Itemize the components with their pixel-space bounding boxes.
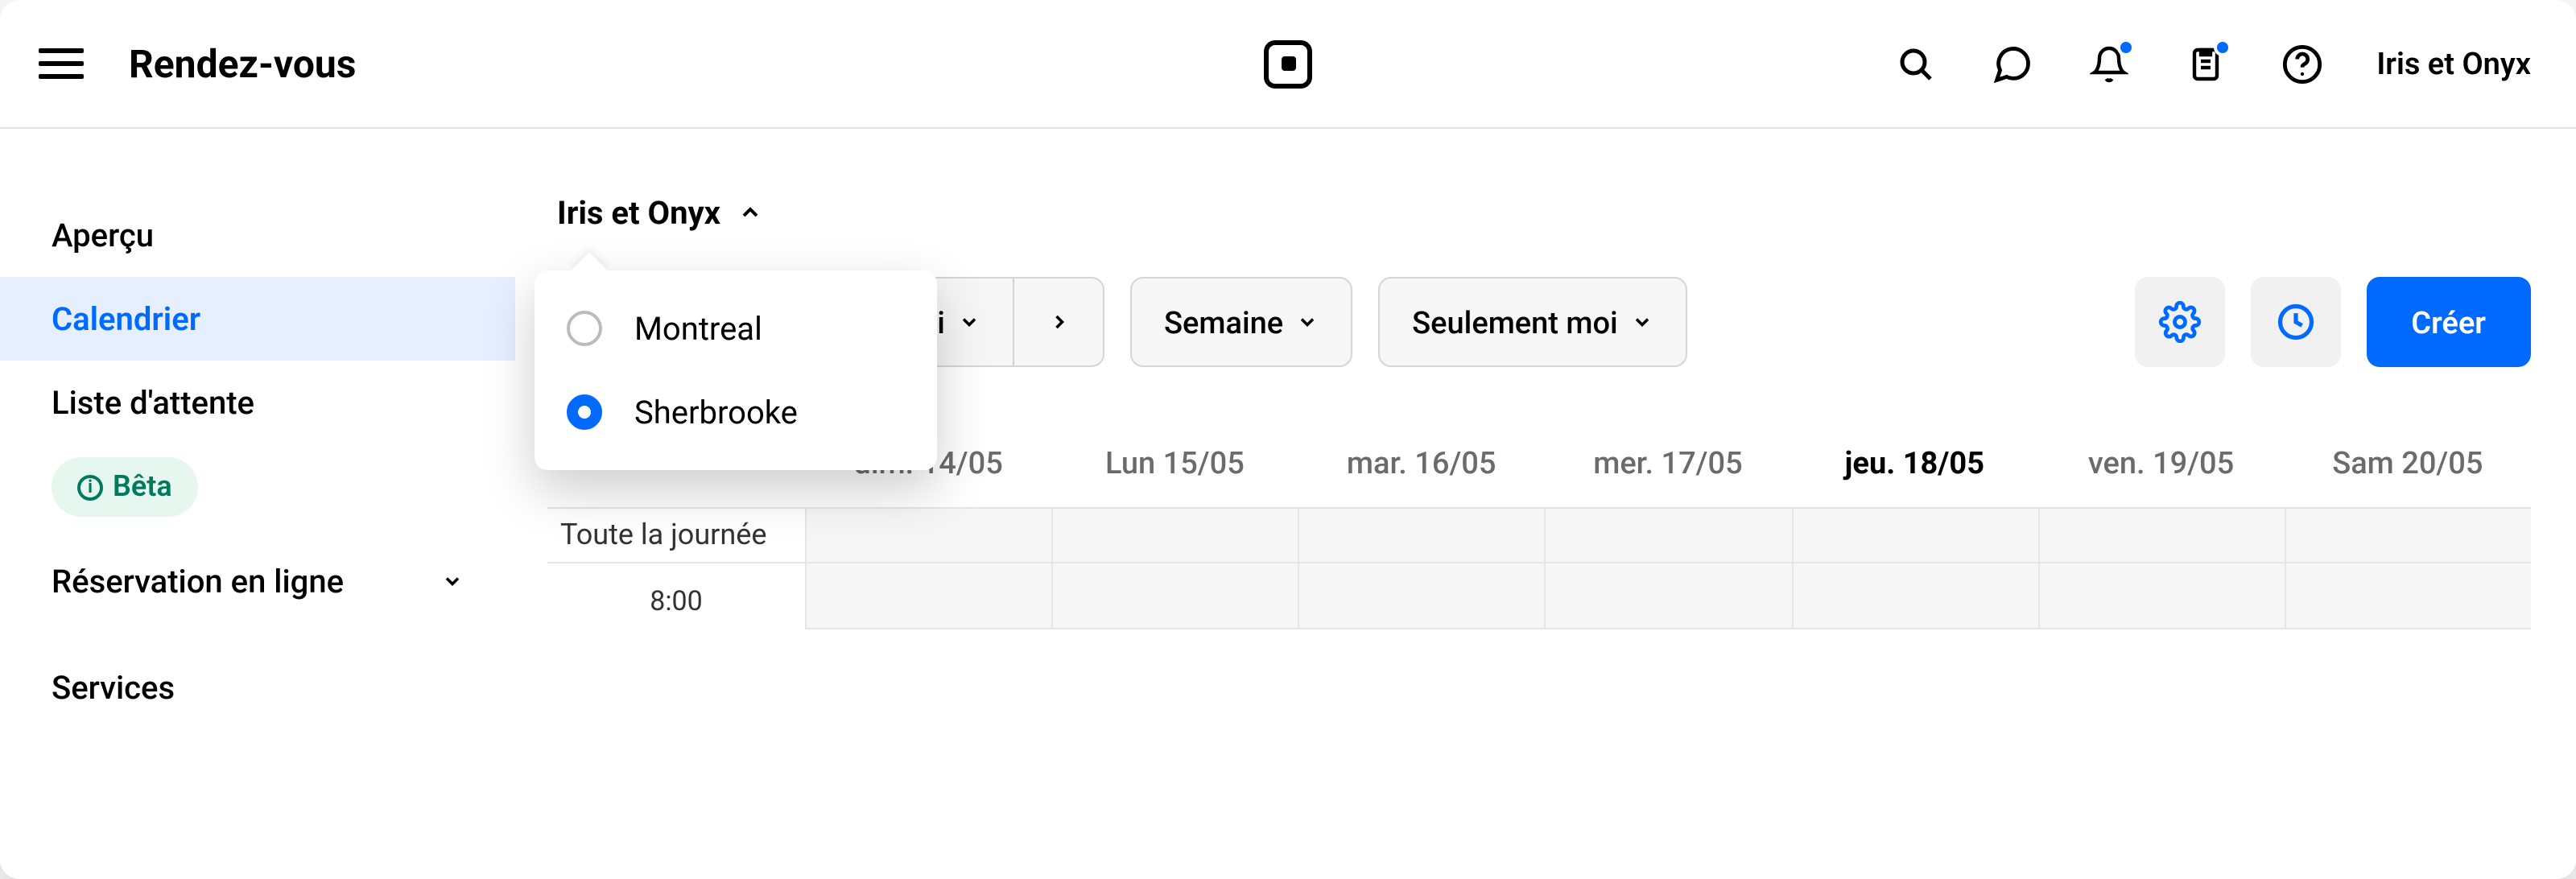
allday-row: Toute la journée <box>547 507 2531 563</box>
staff-label: Seulement moi <box>1412 303 1618 340</box>
header-actions: Iris et Onyx <box>1893 41 2531 86</box>
time-cell[interactable] <box>2037 563 2284 628</box>
chevron-right-icon <box>1047 311 1070 333</box>
sidebar: Aperçu Calendrier Liste d'attente i Bêta… <box>0 129 515 879</box>
view-label: Semaine <box>1164 303 1283 340</box>
sidebar-item-online-booking[interactable]: Réservation en ligne <box>0 539 515 623</box>
clock-icon <box>2274 301 2316 343</box>
radio-icon <box>567 394 602 430</box>
allday-label: Toute la journée <box>547 509 805 562</box>
clipboard-icon[interactable] <box>2183 41 2228 86</box>
chevron-down-icon <box>441 570 464 592</box>
sidebar-item-overview[interactable]: Aperçu <box>0 193 515 277</box>
account-name[interactable]: Iris et Onyx <box>2376 45 2531 82</box>
gear-icon <box>2158 301 2200 343</box>
create-label: Créer <box>2411 303 2486 340</box>
day-header[interactable]: Sam 20/05 <box>2285 431 2531 494</box>
chevron-down-icon <box>1631 311 1653 333</box>
search-icon[interactable] <box>1893 41 1938 86</box>
location-dropdown: Montreal Sherbrooke <box>535 270 937 470</box>
time-cell[interactable] <box>1298 563 1545 628</box>
radio-icon <box>567 311 602 346</box>
location-selector[interactable]: Iris et Onyx <box>557 193 762 232</box>
help-icon[interactable] <box>2280 41 2325 86</box>
time-cell[interactable] <box>1791 563 2037 628</box>
settings-button[interactable] <box>2134 277 2224 367</box>
time-row: 8:00 <box>547 563 2531 629</box>
top-header: Rendez-vous Iris et Onyx <box>0 0 2576 129</box>
time-cell[interactable] <box>805 563 1051 628</box>
day-header[interactable]: mer. 17/05 <box>1545 431 1791 494</box>
sidebar-item-calendar[interactable]: Calendrier <box>0 277 515 361</box>
next-button[interactable] <box>1014 277 1104 367</box>
day-header[interactable]: jeu. 18/05 <box>1791 431 2037 494</box>
beta-label: Bêta <box>113 470 172 504</box>
time-cell[interactable] <box>1051 563 1298 628</box>
allday-cell[interactable] <box>2285 509 2531 562</box>
create-button[interactable]: Créer <box>2366 277 2531 367</box>
chevron-down-icon <box>958 311 980 333</box>
day-header[interactable]: ven. 19/05 <box>2037 431 2284 494</box>
time-label: 8:00 <box>547 563 805 629</box>
day-header[interactable]: mar. 16/05 <box>1298 431 1545 494</box>
square-logo[interactable] <box>1264 39 1312 88</box>
staff-picker-button[interactable]: Seulement moi <box>1378 277 1687 367</box>
location-option-label: Montreal <box>634 309 762 348</box>
calendar-days-header: dim. 14/05 Lun 15/05 mar. 16/05 mer. 17/… <box>805 431 2531 494</box>
allday-cell[interactable] <box>1051 509 1298 562</box>
beta-badge: i Bêta <box>52 457 198 517</box>
allday-cell[interactable] <box>805 509 1051 562</box>
sidebar-item-label: Réservation en ligne <box>52 562 344 600</box>
menu-icon[interactable] <box>39 38 90 89</box>
allday-cell[interactable] <box>1791 509 2037 562</box>
location-option-label: Sherbrooke <box>634 393 798 431</box>
allday-cell[interactable] <box>2037 509 2284 562</box>
allday-cell[interactable] <box>1545 509 1791 562</box>
app-title: Rendez-vous <box>129 41 356 86</box>
time-cell[interactable] <box>2285 563 2531 628</box>
chat-icon[interactable] <box>1990 41 2035 86</box>
location-option-sherbrooke[interactable]: Sherbrooke <box>535 370 937 454</box>
main-content: Iris et Onyx Montreal Sherbrooke mai <box>515 129 2576 879</box>
allday-cell[interactable] <box>1298 509 1545 562</box>
view-picker-button[interactable]: Semaine <box>1130 277 1352 367</box>
time-cell[interactable] <box>1545 563 1791 628</box>
bell-icon[interactable] <box>2087 41 2132 86</box>
location-selector-label: Iris et Onyx <box>557 193 720 232</box>
chevron-up-icon <box>737 200 762 225</box>
location-option-montreal[interactable]: Montreal <box>535 287 937 370</box>
info-icon: i <box>77 474 103 500</box>
sidebar-item-services[interactable]: Services <box>0 646 515 729</box>
chevron-down-icon <box>1296 311 1319 333</box>
availability-button[interactable] <box>2250 277 2340 367</box>
day-header[interactable]: Lun 15/05 <box>1051 431 1298 494</box>
sidebar-item-waitlist[interactable]: Liste d'attente <box>0 361 515 444</box>
notification-dot <box>2214 38 2231 56</box>
notification-dot <box>2117 38 2135 56</box>
